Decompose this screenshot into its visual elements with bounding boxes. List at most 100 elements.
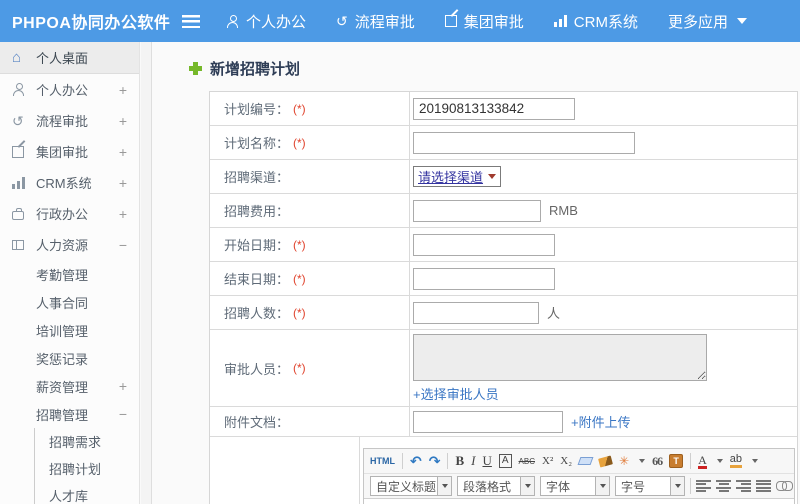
headcount-input[interactable] (413, 301, 539, 324)
subitem-label: 考勤管理 (36, 267, 89, 283)
attachment-upload-link[interactable]: +附件上传 (571, 412, 631, 431)
nav-personal-office[interactable]: 个人办公 (226, 11, 306, 32)
hamburger-menu-icon[interactable] (182, 14, 200, 28)
edit-icon (444, 15, 457, 27)
align-center-icon[interactable] (716, 480, 731, 492)
field-label: 开始日期： (*) (210, 228, 410, 261)
superscript-button[interactable]: X² (542, 455, 553, 467)
html-source-button[interactable]: HTML (370, 456, 395, 466)
sidebar-subsubitem-talent-pool[interactable]: 人才库 (35, 482, 139, 504)
align-right-icon[interactable] (736, 480, 751, 492)
sidebar-subitem-attendance[interactable]: 考勤管理 (0, 260, 139, 288)
caret-down-icon (437, 477, 451, 495)
sidebar-subsubitem-recruit-demand[interactable]: 招聘需求 (35, 428, 139, 455)
format-magic-icon[interactable]: ✳ (619, 454, 629, 468)
sidebar-item-personal-office[interactable]: 个人办公 + (0, 74, 139, 105)
redo-icon[interactable]: ↷ (429, 453, 441, 470)
caret-down-icon[interactable] (716, 459, 723, 463)
sidebar-item-group-approval[interactable]: 集团审批 + (0, 136, 139, 167)
sidebar-subitem-recruitment[interactable]: 招聘管理 − (0, 400, 139, 428)
collapse-toggle[interactable]: − (119, 406, 127, 422)
app-logo: PHPOA协同办公软件 (12, 15, 171, 32)
main-content: 新增招聘计划 计划编号： (*) 计划名称： (*) (153, 42, 800, 504)
expand-toggle[interactable]: + (119, 206, 127, 222)
field-label: 结束日期： (*) (210, 262, 410, 295)
end-date-input[interactable] (413, 267, 555, 290)
font-color-button[interactable]: A (698, 454, 707, 469)
top-header: PHPOA协同办公软件 个人办公 流程审批 集团审批 CRM系统 更多应用 (0, 0, 800, 42)
autotypeset-button[interactable]: A (498, 454, 512, 468)
toolbar-separator (690, 478, 691, 494)
label-text: 附件文档： (224, 415, 290, 430)
underline-button[interactable]: U (482, 453, 491, 469)
edit-icon (12, 145, 24, 158)
headcount-unit: 人 (547, 306, 561, 321)
required-marker: (*) (293, 271, 306, 286)
nav-more-apps[interactable]: 更多应用 (668, 11, 747, 32)
highlight-color-button[interactable]: ab (729, 454, 743, 468)
caret-down-icon[interactable] (752, 459, 759, 463)
eraser-icon[interactable] (577, 457, 594, 465)
font-size-dropdown[interactable]: 字号 (615, 476, 685, 496)
sidebar-subitem-contracts[interactable]: 人事合同 (0, 288, 139, 316)
field-label: 招聘人数： (*) (210, 296, 410, 329)
select-approver-link[interactable]: +选择审批人员 (413, 384, 499, 403)
expand-toggle[interactable]: + (119, 113, 127, 129)
expand-toggle[interactable]: + (119, 82, 127, 98)
sidebar-item-crm[interactable]: CRM系统 + (0, 167, 139, 198)
required-marker: (*) (293, 237, 306, 252)
italic-button[interactable]: I (471, 453, 475, 469)
align-justify-icon[interactable] (756, 480, 771, 492)
subitem-label: 培训管理 (36, 323, 89, 339)
editor-toolbar-row1: HTML ↶ ↷ B I U A ABC X² X₂ ✳ 66 T A ab (364, 449, 794, 474)
start-date-input[interactable] (413, 233, 555, 256)
nav-group-approval[interactable]: 集团审批 (444, 11, 524, 32)
required-marker: (*) (293, 305, 306, 320)
subscript-button[interactable]: X₂ (560, 455, 572, 467)
app-window: PHPOA协同办公软件 个人办公 流程审批 集团审批 CRM系统 更多应用 (0, 0, 800, 504)
expand-toggle[interactable]: + (119, 175, 127, 191)
field-label: 计划名称： (*) (210, 126, 410, 159)
sidebar-item-admin-office[interactable]: 行政办公 + (0, 198, 139, 229)
channel-select-value: 请选择渠道 (418, 170, 484, 185)
attachment-input[interactable] (413, 410, 563, 433)
sidebar-subitem-salary[interactable]: 薪资管理 + (0, 372, 139, 400)
sidebar-subitem-training[interactable]: 培训管理 (0, 316, 139, 344)
select-caret-icon (488, 174, 497, 179)
sidebar-item-hr[interactable]: 人力资源 − (0, 229, 139, 260)
align-left-icon[interactable] (696, 480, 711, 492)
sidebar-item-workflow-approval[interactable]: 流程审批 + (0, 105, 139, 136)
plan-name-input[interactable] (413, 131, 635, 154)
strikethrough-button[interactable]: ABC (519, 457, 535, 466)
sidebar-scrollbar[interactable] (141, 42, 152, 504)
approver-textarea[interactable] (413, 333, 707, 381)
caret-down-icon[interactable] (639, 459, 646, 463)
undo-icon[interactable]: ↶ (410, 453, 422, 470)
expand-toggle[interactable]: + (119, 378, 127, 394)
sidebar-subsubitem-recruit-plan[interactable]: 招聘计划 (35, 455, 139, 482)
subitem-label: 人事合同 (36, 295, 89, 311)
paragraph-format-dropdown[interactable]: 段落格式 (457, 476, 535, 496)
sidebar: 个人桌面 个人办公 + 流程审批 + 集团审批 + CRM系统 + 行政办公 + (0, 42, 140, 504)
editor-content-area[interactable] (364, 499, 794, 504)
sidebar-item-desktop[interactable]: 个人桌面 (0, 42, 139, 74)
fee-input[interactable] (413, 199, 541, 222)
heading-style-dropdown[interactable]: 自定义标题 (370, 476, 452, 496)
collapse-toggle[interactable]: − (119, 237, 127, 253)
nav-workflow-approval[interactable]: 流程审批 (336, 11, 415, 32)
link-icon[interactable] (776, 481, 793, 491)
recruitment-submenu: 招聘需求 招聘计划 人才库 (34, 428, 139, 504)
paste-text-icon[interactable]: T (669, 454, 684, 468)
expand-toggle[interactable]: + (119, 144, 127, 160)
sidebar-subitem-rewards[interactable]: 奖惩记录 (0, 344, 139, 372)
sidebar-item-label: 人力资源 (36, 238, 89, 253)
label-text: 审批人员： (224, 361, 290, 377)
format-brush-icon[interactable] (598, 454, 613, 468)
blockquote-icon[interactable]: 66 (652, 454, 663, 469)
nav-crm-system[interactable]: CRM系统 (553, 11, 638, 32)
font-family-dropdown[interactable]: 字体 (540, 476, 610, 496)
channel-select[interactable]: 请选择渠道 (413, 166, 502, 187)
caret-down-icon (736, 18, 747, 24)
bold-button[interactable]: B (455, 453, 464, 469)
plan-no-input[interactable] (413, 97, 575, 120)
